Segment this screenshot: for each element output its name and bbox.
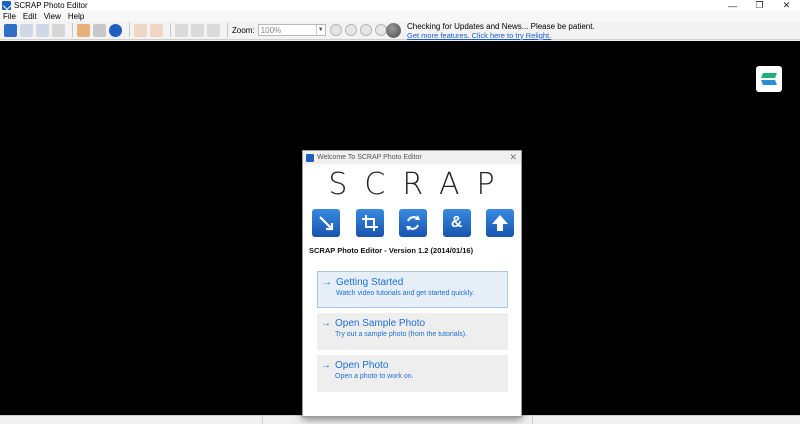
relight-link[interactable]: Get more features. Click here to try Rel… [407, 31, 595, 40]
menu-file[interactable]: File [3, 12, 16, 21]
arrow-right-icon: → [321, 318, 331, 329]
dialog-title-bar: Welcome To SCRAP Photo Editor ✕ [303, 151, 521, 164]
revert-icon[interactable] [52, 23, 65, 37]
zoom-out-icon[interactable] [344, 24, 357, 36]
relight-badge[interactable] [756, 66, 782, 92]
help-icon[interactable] [109, 23, 122, 37]
minimize-button[interactable]: — [719, 0, 746, 11]
menu-edit[interactable]: Edit [23, 12, 37, 21]
restore-button[interactable]: ❐ [746, 0, 773, 11]
menu-help[interactable]: Help [68, 12, 84, 21]
zoom-actual-icon[interactable] [374, 24, 387, 36]
zoom-in-icon[interactable] [329, 24, 342, 36]
crop-icon[interactable] [175, 23, 188, 37]
title-bar: SCRAP Photo Editor — ❐ ✕ [0, 0, 800, 11]
zoom-buttons [329, 24, 390, 36]
option-title: → Getting Started [322, 277, 507, 288]
upload-icon [486, 209, 514, 237]
resize-icon[interactable] [207, 23, 220, 37]
option-title-text: Open Photo [335, 360, 389, 371]
toolbar-separator [227, 23, 228, 37]
loading-spinner-icon [386, 23, 401, 38]
save-as-icon[interactable] [36, 23, 49, 37]
toolbar-separator [170, 23, 171, 37]
zoom-value: 100% [260, 25, 282, 35]
welcome-dialog: Welcome To SCRAP Photo Editor ✕ SCRAP & … [302, 150, 522, 417]
print-icon[interactable] [93, 23, 106, 37]
option-title-text: Open Sample Photo [335, 318, 426, 329]
resize-icon [312, 209, 340, 237]
getting-started-option[interactable]: → Getting Started Watch video tutorials a… [317, 271, 508, 308]
window-title: SCRAP Photo Editor [14, 1, 88, 10]
toolbar-separator [129, 23, 130, 37]
combine-icon: & [442, 209, 471, 237]
share-icon[interactable] [77, 23, 90, 37]
version-text: SCRAP Photo Editor - Version 1.2 (2014/0… [309, 246, 474, 255]
update-message: Checking for Updates and News... Please … [407, 21, 595, 31]
app-icon [2, 1, 11, 10]
save-icon[interactable] [20, 23, 33, 37]
rotate-icon [399, 209, 427, 237]
scrap-logo-text: SCRAP [328, 167, 512, 202]
toolbar-separator [72, 23, 73, 37]
menu-bar: File Edit View Help [0, 11, 800, 21]
arrow-right-icon: → [321, 360, 331, 371]
feature-icons: & [312, 209, 514, 237]
update-text: Checking for Updates and News... Please … [407, 22, 595, 40]
arrow-right-icon: → [322, 277, 332, 288]
open-photo-option[interactable]: → Open Photo Open a photo to work on. [317, 355, 508, 392]
undo-icon[interactable] [134, 23, 147, 37]
update-area: Checking for Updates and News... Please … [386, 21, 595, 40]
option-desc: Try out a sample photo (from the tutoria… [335, 331, 468, 338]
option-desc: Open a photo to work on. [335, 373, 414, 380]
window-controls: — ❐ ✕ [719, 0, 800, 11]
redo-icon[interactable] [150, 23, 163, 37]
crop-icon [355, 209, 384, 237]
option-title: → Open Photo [321, 360, 508, 371]
option-desc: Watch video tutorials and get started qu… [336, 290, 475, 297]
app-icon [306, 153, 314, 162]
relight-logo-icon [761, 71, 777, 87]
option-title: → Open Sample Photo [321, 318, 508, 329]
zoom-fit-icon[interactable] [359, 24, 372, 36]
open-sample-photo-option[interactable]: → Open Sample Photo Try out a sample phot… [317, 313, 508, 350]
open-icon[interactable] [4, 23, 17, 37]
rotate-icon[interactable] [191, 23, 204, 37]
status-segment [0, 416, 263, 424]
close-button[interactable]: ✕ [773, 0, 800, 11]
option-title-text: Getting Started [336, 277, 404, 288]
zoom-select[interactable]: 100% ▼ [257, 24, 326, 36]
dialog-close-icon[interactable]: ✕ [509, 152, 517, 163]
chevron-down-icon[interactable]: ▼ [315, 25, 325, 35]
status-segment [263, 416, 533, 424]
menu-view[interactable]: View [44, 12, 61, 21]
zoom-label: Zoom: [232, 25, 255, 35]
dialog-title: Welcome To SCRAP Photo Editor [317, 154, 422, 161]
